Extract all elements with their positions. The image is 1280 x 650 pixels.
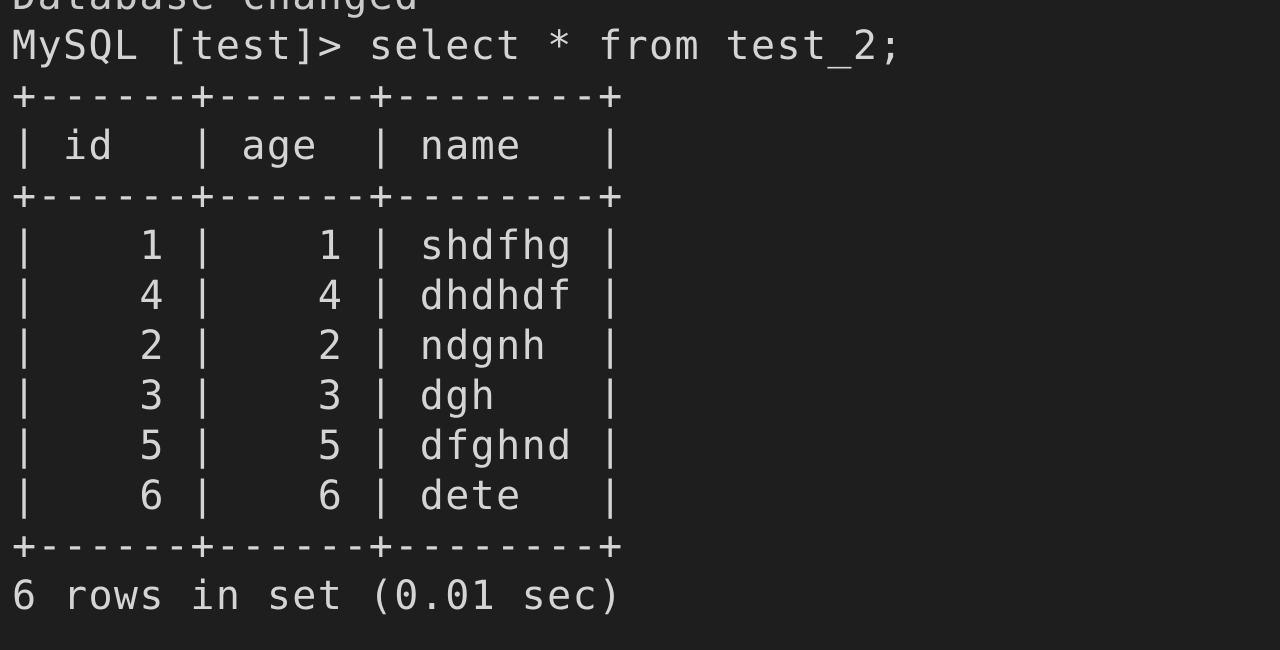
table-row: | 3 | 3 | dgh | <box>12 373 624 419</box>
terminal-output: Database changed MySQL [test]> select * … <box>12 0 904 621</box>
table-top-border: +------+------+--------+ <box>12 73 624 119</box>
table-row: | 2 | 2 | ndgnh | <box>12 323 624 369</box>
terminal-window[interactable]: Database changed MySQL [test]> select * … <box>0 0 1280 650</box>
table-header-row: | id | age | name | <box>12 123 624 169</box>
table-row: | 6 | 6 | dete | <box>12 473 624 519</box>
table-row: | 5 | 5 | dfghnd | <box>12 423 624 469</box>
sql-command[interactable]: select * from test_2; <box>369 23 904 69</box>
result-summary: 6 rows in set (0.01 sec) <box>12 573 624 619</box>
mysql-prompt: MySQL [test]> <box>12 23 369 69</box>
previous-output-line: Database changed <box>12 0 904 21</box>
table-bottom-border: +------+------+--------+ <box>12 523 624 569</box>
command-line[interactable]: MySQL [test]> select * from test_2; <box>12 21 904 71</box>
table-header-border: +------+------+--------+ <box>12 173 624 219</box>
table-row: | 4 | 4 | dhdhdf | <box>12 273 624 319</box>
table-row: | 1 | 1 | shdfhg | <box>12 223 624 269</box>
